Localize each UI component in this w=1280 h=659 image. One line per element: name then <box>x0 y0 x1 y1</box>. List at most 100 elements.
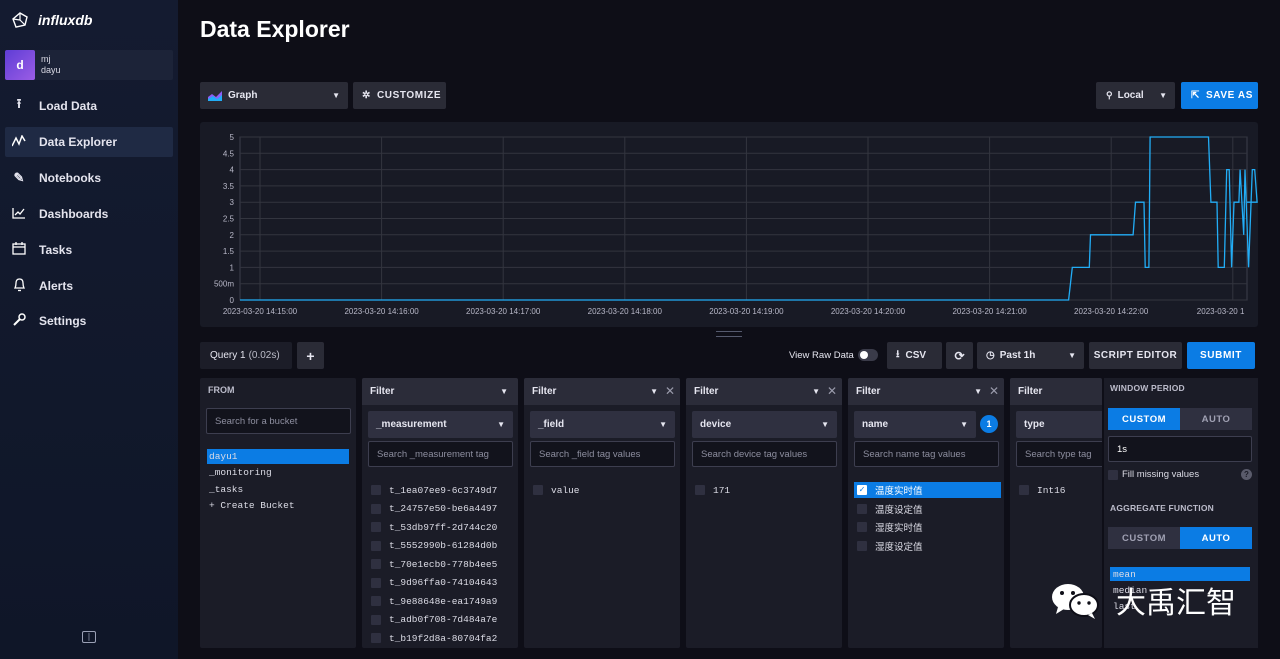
calendar-icon <box>11 242 27 258</box>
tag-key-label: _field <box>538 419 565 430</box>
customize-button[interactable]: ✲ CUSTOMIZE <box>353 82 446 109</box>
chevron-down-icon: ▼ <box>332 91 340 100</box>
close-icon[interactable]: ✕ <box>827 384 837 398</box>
tag-value-item[interactable]: t_24757e50-be6a4497 <box>368 501 515 517</box>
help-icon[interactable]: ? <box>1241 469 1252 480</box>
filter-panel-field: Filter ▼ ✕ _field ▼ Search _field tag va… <box>524 378 680 648</box>
notebook-icon: ✎ <box>13 170 25 185</box>
window-auto-button[interactable]: AUTO <box>1180 408 1252 430</box>
window-custom-button[interactable]: CUSTOM <box>1108 408 1180 430</box>
org-name: dayu <box>41 65 61 75</box>
nav-settings[interactable]: Settings <box>5 306 173 336</box>
checkbox <box>371 577 381 588</box>
tag-value-item[interactable]: t_1ea07ee9-6c3749d7 <box>368 482 515 498</box>
graph-panel[interactable]: 0 500m 1 1.5 2 2.5 3 3.5 4 4.5 5 2023-03-20 14:15:0… <box>200 122 1258 327</box>
create-bucket-link[interactable]: + Create Bucket <box>207 498 349 513</box>
filter-header[interactable]: Filter ▼ <box>686 378 842 405</box>
tag-value-item[interactable]: Int16 <box>1016 482 1101 498</box>
filter-panel-name: Filter ▼ ✕ name ▼ 1 Search name tag valu… <box>848 378 1004 648</box>
nav-alerts[interactable]: Alerts <box>5 271 173 301</box>
y-tick-label: 2.5 <box>223 215 235 224</box>
filter-header[interactable]: Filter ▼ <box>524 378 680 405</box>
nav-load-data[interactable]: ⭱ Load Data <box>5 91 173 121</box>
clock-icon: ◷ <box>986 350 995 361</box>
close-icon[interactable]: ✕ <box>989 384 999 398</box>
tag-value-item[interactable]: 湿度实时值 <box>854 519 1001 535</box>
y-tick-label: 1 <box>230 263 235 272</box>
tag-value-label: 湿度实时值 <box>875 523 923 534</box>
filter-header[interactable]: Filter ▼ <box>848 378 1004 405</box>
x-tick-label: 2023-03-20 14:21:00 <box>952 307 1027 316</box>
submit-button[interactable]: SUBMIT <box>1187 342 1255 369</box>
sidebar: influxdb d mj dayu ⭱ Load Data Data Expl… <box>0 0 178 659</box>
tag-value-item[interactable]: 171 <box>692 482 839 498</box>
query-tab[interactable]: Query 1 (0.02s) <box>200 342 292 369</box>
tag-value-item[interactable]: t_5552990b-61284d0b <box>368 538 515 554</box>
tag-value-item[interactable]: ✓ 温度实时值 <box>854 482 1001 498</box>
script-editor-button[interactable]: SCRIPT EDITOR <box>1089 342 1182 369</box>
tag-value-item[interactable]: t_53db97ff-2d744c20 <box>368 519 515 535</box>
org-switcher[interactable]: d mj dayu <box>5 50 173 80</box>
chevron-down-icon: ▼ <box>500 387 508 396</box>
bucket-item[interactable]: dayu1 <box>207 449 349 464</box>
tag-value-item[interactable]: t_b19f2d8a-80704fa2 <box>368 630 515 646</box>
tag-search-input[interactable]: Search _field tag values <box>530 441 675 467</box>
influxdb-logo[interactable]: influxdb <box>12 12 92 28</box>
nav-notebooks[interactable]: ✎ Notebooks <box>5 163 173 193</box>
tag-key-label: type <box>1024 419 1045 430</box>
add-query-button[interactable]: + <box>297 342 324 369</box>
bucket-item[interactable]: _monitoring <box>207 465 349 480</box>
time-range-dropdown[interactable]: ◷ Past 1h ▼ <box>977 342 1084 369</box>
nav-label: Load Data <box>39 99 98 113</box>
save-as-button[interactable]: ⇱ SAVE AS <box>1181 82 1258 109</box>
customize-label: CUSTOMIZE <box>376 90 442 101</box>
tag-value-item[interactable]: t_adb0f708-7d484a7e <box>368 612 515 628</box>
fill-missing-checkbox[interactable]: Fill missing values <box>1108 469 1199 480</box>
tag-key-dropdown[interactable]: type <box>1016 411 1102 438</box>
graph-type-dropdown[interactable]: Graph ▼ <box>200 82 348 109</box>
nav-dashboards[interactable]: Dashboards <box>5 199 173 229</box>
window-period-input[interactable]: 1s <box>1108 436 1252 462</box>
nav-tasks[interactable]: Tasks <box>5 235 173 265</box>
view-raw-toggle[interactable] <box>858 349 878 361</box>
tag-value-item[interactable]: t_9d96ffa0-74104643 <box>368 575 515 591</box>
tag-value-item[interactable]: t_70e1ecb0-778b4ee5 <box>368 556 515 572</box>
filter-header[interactable]: Filter ▼ <box>362 378 518 405</box>
pin-icon: ⚲ <box>1106 90 1113 100</box>
bucket-item[interactable]: _tasks <box>207 482 349 497</box>
nav-data-explorer[interactable]: Data Explorer <box>5 127 173 157</box>
tag-search-input[interactable]: Search device tag values <box>692 441 837 467</box>
tag-value-item[interactable]: t_9e88648e-ea1749a9 <box>368 593 515 609</box>
tag-search-input[interactable]: Search type tag <box>1016 441 1102 467</box>
csv-button[interactable]: ⭳ CSV <box>887 342 942 369</box>
tag-search-input[interactable]: Search _measurement tag <box>368 441 513 467</box>
tag-search-input[interactable]: Search name tag values <box>854 441 999 467</box>
fill-missing-label: Fill missing values <box>1122 469 1200 480</box>
filter-header-label: Filter <box>856 386 881 397</box>
user-name: mj <box>41 54 51 64</box>
tag-key-dropdown[interactable]: _measurement ▼ <box>368 411 513 438</box>
tag-key-dropdown[interactable]: _field ▼ <box>530 411 675 438</box>
bucket-search-input[interactable]: Search for a bucket <box>206 408 351 434</box>
refresh-icon[interactable]: ⟳ <box>946 342 973 369</box>
resize-handle[interactable] <box>716 331 742 337</box>
filter-header-label: Filter <box>694 386 719 397</box>
line-chart: 0 500m 1 1.5 2 2.5 3 3.5 4 4.5 5 2023-03-20 14:15:0… <box>214 133 1258 316</box>
chevron-down-icon: ▼ <box>650 387 658 396</box>
agg-custom-button[interactable]: CUSTOM <box>1108 527 1180 549</box>
tag-value-item[interactable]: 湿度设定值 <box>854 538 1001 554</box>
filter-header[interactable]: Filter <box>1010 378 1102 405</box>
tag-key-dropdown[interactable]: device ▼ <box>692 411 837 438</box>
tag-value-item[interactable]: 温度设定值 <box>854 501 1001 517</box>
x-tick-label: 2023-03-20 1 <box>1197 307 1245 316</box>
close-icon[interactable]: ✕ <box>665 384 675 398</box>
timezone-dropdown[interactable]: ⚲ Local ▼ <box>1096 82 1175 109</box>
tag-value-label: t_adb0f708-7d484a7e <box>389 614 498 625</box>
nav-label: Data Explorer <box>39 135 118 149</box>
tag-key-dropdown[interactable]: name ▼ <box>854 411 976 438</box>
filter-panel-device: Filter ▼ ✕ device ▼ Search device tag va… <box>686 378 842 648</box>
tag-value-label: t_9e88648e-ea1749a9 <box>389 595 498 607</box>
agg-auto-button[interactable]: AUTO <box>1180 527 1252 549</box>
collapse-sidebar-icon[interactable]: ❘ <box>82 631 96 643</box>
tag-value-item[interactable]: value <box>530 482 677 498</box>
